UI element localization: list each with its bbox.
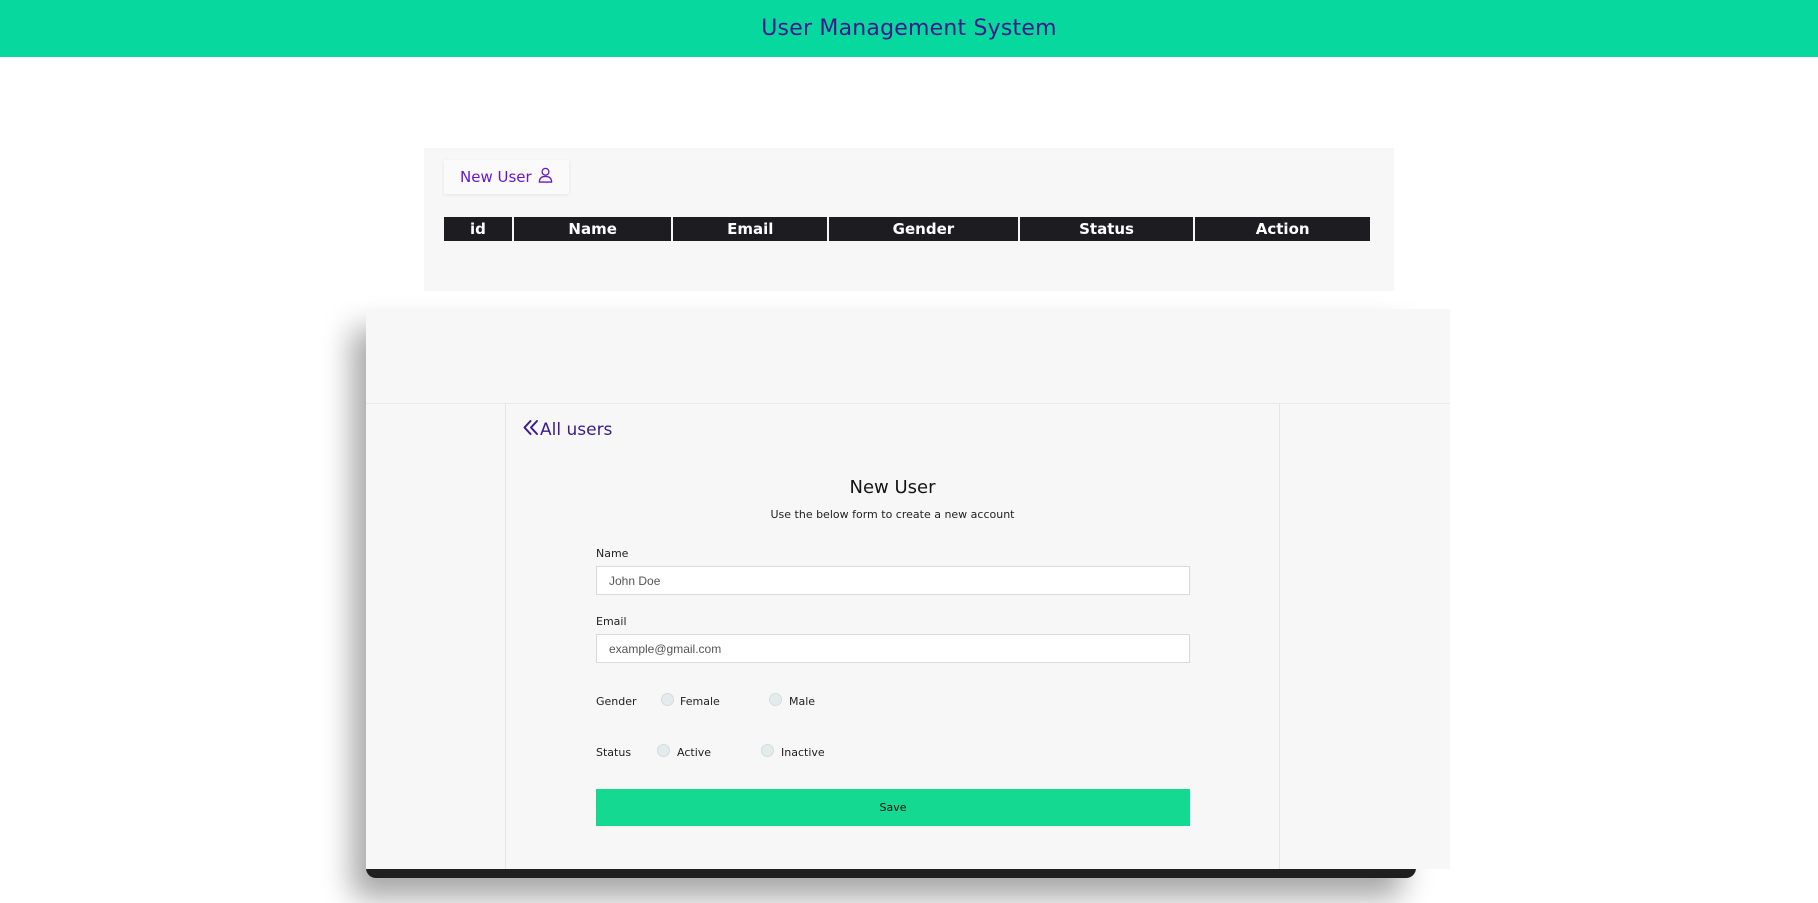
email-label: Email [596,615,627,628]
status-label: Status [596,746,632,759]
column-header-gender: Gender [829,217,1018,241]
status-inactive-label[interactable]: Inactive [781,746,825,759]
column-header-status: Status [1019,217,1194,241]
all-users-link[interactable]: All users [522,419,612,441]
gender-female-radio[interactable] [661,693,674,706]
name-input[interactable] [596,566,1190,595]
new-user-button-label: New User [460,168,532,186]
modal-column-divider-left [505,403,506,869]
modal-column-divider-right [1279,403,1280,869]
form-subtitle: Use the below form to create a new accou… [770,508,1015,521]
form-title: New User [849,477,936,498]
name-label: Name [596,547,629,560]
status-active-label[interactable]: Active [677,746,711,759]
app-title: User Management System [761,16,1057,41]
status-active-radio[interactable] [657,744,670,757]
column-header-action: Action [1195,217,1370,241]
column-header-name: Name [513,217,672,241]
user-icon [538,167,553,187]
email-input[interactable] [596,634,1190,663]
modal-divider [366,403,1450,404]
users-table: id Name Email Gender Status Action [442,217,1372,241]
status-inactive-radio[interactable] [761,744,774,757]
column-header-id: id [444,217,512,241]
gender-male-radio[interactable] [769,693,782,706]
double-chevron-left-icon [522,419,540,441]
save-button[interactable]: Save [596,789,1190,826]
user-list-panel: New User id Name Email Gender Status Act… [424,148,1394,291]
gender-radio-group: Gender Female Male [596,693,896,711]
all-users-link-label: All users [540,420,613,440]
table-header-row: id Name Email Gender Status Action [444,217,1370,241]
gender-male-label[interactable]: Male [789,695,815,708]
app-header: User Management System [0,0,1818,57]
gender-label: Gender [596,695,637,708]
new-user-button[interactable]: New User [444,160,569,194]
column-header-email: Email [673,217,828,241]
status-radio-group: Status Active Inactive [596,744,896,762]
gender-female-label[interactable]: Female [680,695,720,708]
new-user-modal: All users New User Use the below form to… [366,309,1450,869]
